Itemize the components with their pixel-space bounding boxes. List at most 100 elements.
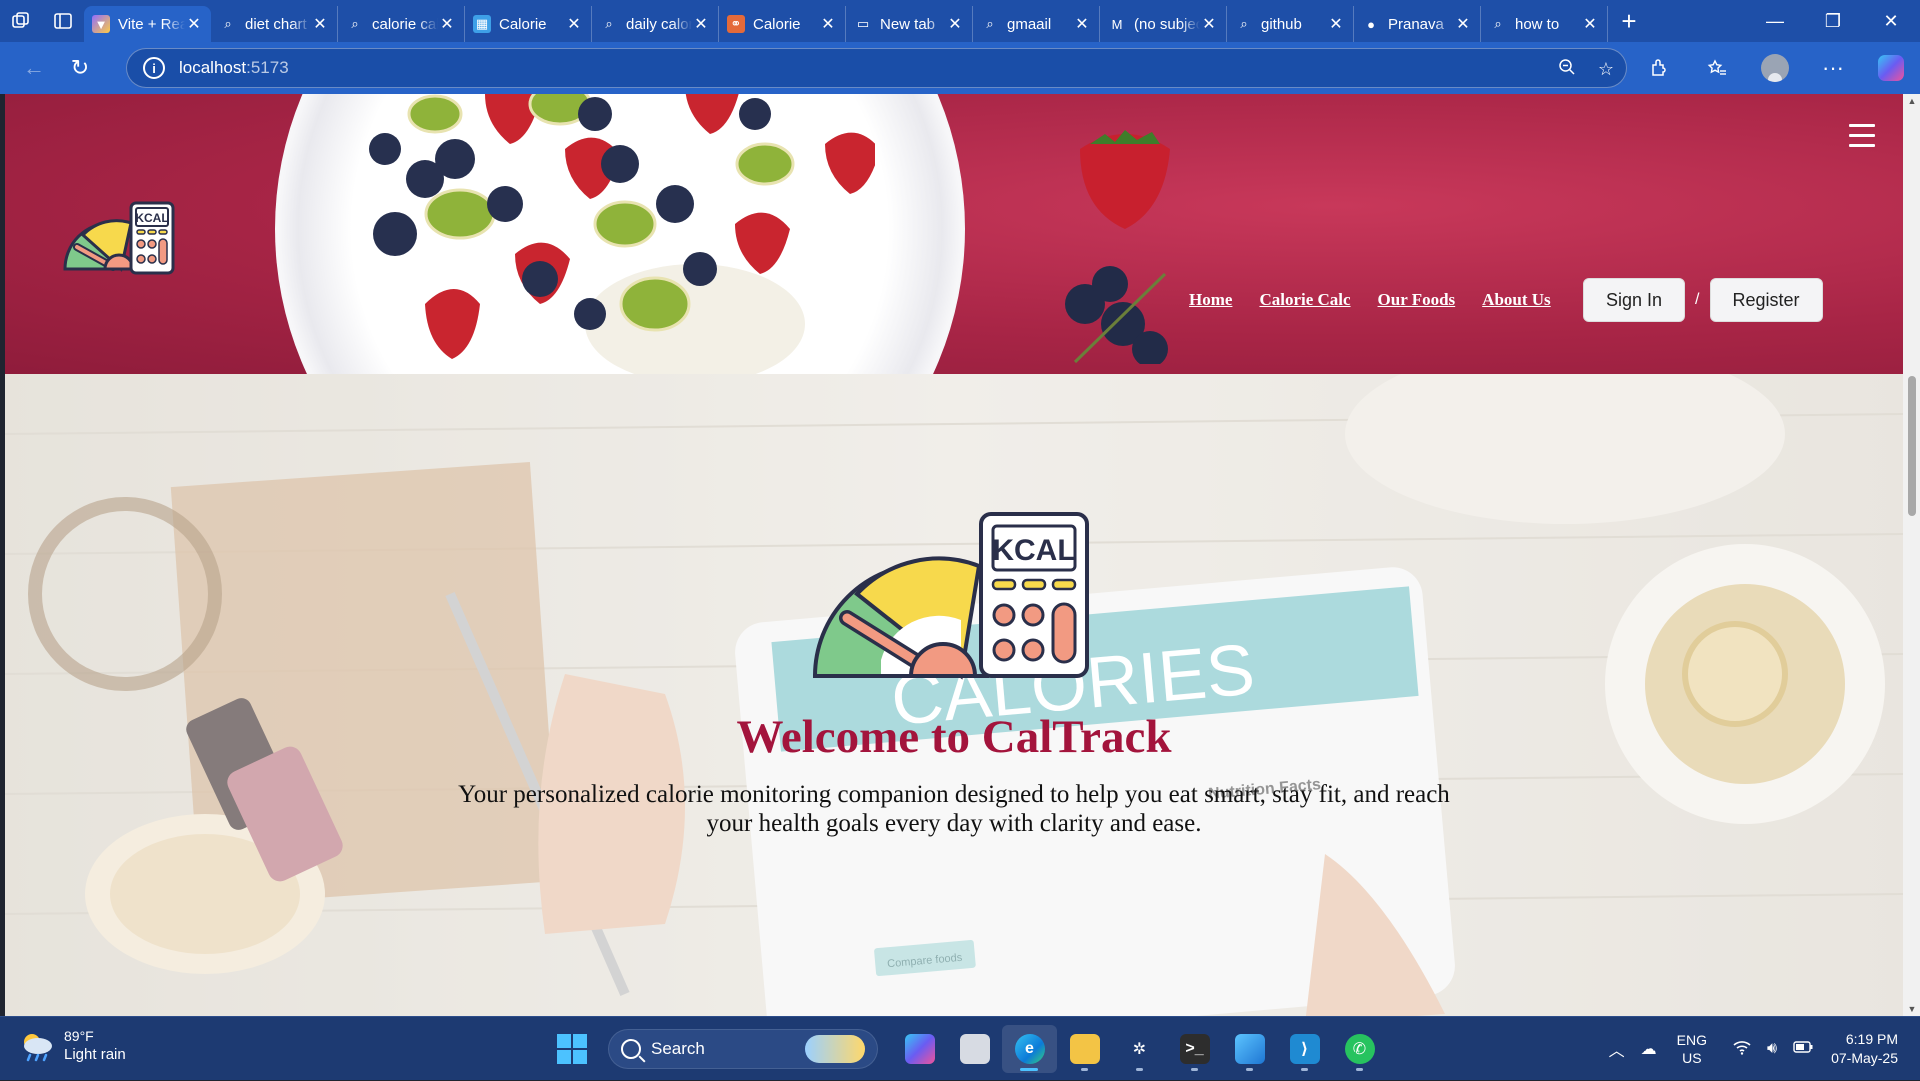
hamburger-menu-icon[interactable] (1849, 124, 1875, 148)
search-icon: ⌕ (1494, 16, 1502, 31)
browser-toolbar: ← ↻ i localhost:5173 ☆ ··· (0, 42, 1920, 94)
back-icon[interactable]: ← (12, 48, 56, 88)
tab-title: calorie calculator (372, 15, 438, 33)
weather-condition: Light rain (64, 1046, 126, 1063)
browser-tab[interactable]: ▭ New tab ✕ (846, 6, 973, 42)
close-tab-icon[interactable]: ✕ (438, 14, 456, 34)
register-button[interactable]: Register (1709, 278, 1823, 322)
nav-link-our-foods[interactable]: Our Foods (1378, 290, 1456, 310)
language-indicator[interactable]: ENG US (1677, 1031, 1707, 1067)
clock[interactable]: 6:19 PM 07-May-25 (1831, 1030, 1898, 1068)
browser-tab[interactable]: ▦ Calorie ✕ (465, 6, 592, 42)
address-bar[interactable]: i localhost:5173 ☆ (126, 48, 1627, 88)
search-icon (621, 1039, 641, 1059)
taskbar-app-terminal[interactable]: >_ (1167, 1025, 1222, 1073)
minimize-icon[interactable]: — (1746, 0, 1804, 42)
nav-link-calorie-calc[interactable]: Calorie Calc (1259, 290, 1350, 310)
svg-text:KCAL: KCAL (135, 211, 168, 225)
hero-kcal-logo: KCAL (812, 512, 1089, 680)
refresh-icon[interactable]: ↻ (58, 48, 102, 88)
browser-tab[interactable]: ▼ Vite + React✕ (84, 6, 211, 42)
scroll-down-icon[interactable]: ▼ (1907, 1004, 1917, 1014)
favorite-star-icon[interactable]: ☆ (1598, 59, 1614, 80)
nav-link-about-us[interactable]: About Us (1482, 290, 1551, 310)
svg-text:KCAL: KCAL (992, 534, 1075, 567)
extensions-icon[interactable] (1630, 48, 1688, 88)
browser-tab[interactable]: ⌕ diet chart ✕ (211, 6, 338, 42)
scroll-up-icon[interactable]: ▲ (1907, 96, 1917, 106)
link-icon: ⚭ (727, 15, 745, 33)
strawberry-garnish-image (1065, 130, 1170, 364)
chatgpt-icon: ✲ (1132, 1041, 1147, 1058)
taskbar-app-vscode[interactable]: ⟩ (1277, 1025, 1332, 1073)
browser-tab[interactable]: ⚭ Calorie ✕ (719, 6, 846, 42)
close-tab-icon[interactable]: ✕ (946, 14, 964, 34)
copilot-icon[interactable] (1862, 48, 1920, 88)
tab-title: (no subject) (1134, 15, 1200, 33)
page-scrollbar[interactable]: ▲ ▼ (1903, 94, 1920, 1016)
gmail-icon: M (1111, 16, 1123, 32)
start-button[interactable] (552, 1029, 592, 1069)
restore-icon[interactable]: ❐ (1804, 0, 1862, 42)
tab-title: diet chart (245, 15, 307, 33)
search-icon: ⌕ (351, 16, 359, 31)
nav-link-home[interactable]: Home (1189, 290, 1232, 310)
vite-icon: ▼ (92, 15, 110, 33)
close-tab-icon[interactable]: ✕ (819, 14, 837, 34)
search-icon: ⌕ (605, 16, 613, 31)
pinned-apps: e ✲ >_ ⟩ ✆ (892, 1025, 1387, 1073)
browser-tab[interactable]: ● Pranava ✕ (1354, 6, 1481, 42)
tab-title: github (1261, 15, 1302, 33)
edge-icon: e (1014, 1034, 1045, 1064)
scrollbar-thumb[interactable] (1908, 376, 1916, 516)
zoom-icon[interactable] (1558, 58, 1576, 81)
tab-title: New tab (880, 15, 936, 33)
url-text: localhost:5173 (179, 58, 289, 77)
close-window-icon[interactable]: ✕ (1862, 0, 1920, 42)
search-icon: ⌕ (1240, 16, 1248, 31)
taskbar-app-whatsapp[interactable]: ✆ (1332, 1025, 1387, 1073)
weather-widget[interactable]: 89°F Light rain (18, 1027, 126, 1065)
photos-icon (1234, 1034, 1265, 1064)
taskbar-app-copilot[interactable] (892, 1025, 947, 1073)
close-tab-icon[interactable]: ✕ (185, 14, 203, 34)
browser-tab[interactable]: ⌕ github ✕ (1227, 6, 1354, 42)
browser-tab[interactable]: ⌕ how to ✕ (1481, 6, 1608, 42)
more-options-icon[interactable]: ··· (1804, 48, 1862, 88)
chevron-up-icon[interactable]: ︿ (1609, 1037, 1625, 1061)
brand-logo[interactable]: KCAL (61, 199, 177, 279)
tab-title: Pranava (1388, 15, 1444, 33)
browser-tab[interactable]: M (no subject)✕ (1100, 6, 1227, 42)
onedrive-icon[interactable]: ☁ (1641, 1039, 1657, 1059)
taskbar-app-task-view[interactable] (947, 1025, 1002, 1073)
browser-tab[interactable]: ⌕ calorie calculator✕ (338, 6, 465, 42)
close-tab-icon[interactable]: ✕ (1327, 14, 1345, 34)
favorites-icon[interactable] (1688, 48, 1746, 88)
workspaces-icon[interactable] (0, 0, 42, 42)
profile-avatar[interactable] (1746, 48, 1804, 88)
taskbar-search[interactable]: Search (608, 1029, 878, 1069)
browser-tab[interactable]: ⌕ gmaail ✕ (973, 6, 1100, 42)
close-tab-icon[interactable]: ✕ (311, 14, 329, 34)
taskbar-app-chatgpt[interactable]: ✲ (1112, 1025, 1167, 1073)
browser-tab[interactable]: ⌕ daily calories✕ (592, 6, 719, 42)
task-view-icon (959, 1034, 990, 1064)
taskbar-app-edge[interactable]: e (1002, 1025, 1057, 1073)
calculator-icon: ▦ (473, 15, 491, 33)
wifi-icon[interactable] (1733, 1039, 1751, 1060)
close-tab-icon[interactable]: ✕ (1200, 14, 1218, 34)
close-tab-icon[interactable]: ✕ (1454, 14, 1472, 34)
search-highlight-image (805, 1035, 865, 1063)
close-tab-icon[interactable]: ✕ (1581, 14, 1599, 34)
close-tab-icon[interactable]: ✕ (565, 14, 583, 34)
new-tab-button[interactable]: + (1608, 0, 1650, 42)
close-tab-icon[interactable]: ✕ (692, 14, 710, 34)
taskbar-app-photos[interactable] (1222, 1025, 1277, 1073)
volume-icon[interactable]: 🔊︎ (1767, 1040, 1777, 1058)
close-tab-icon[interactable]: ✕ (1073, 14, 1091, 34)
site-info-icon[interactable]: i (143, 57, 165, 79)
tab-actions-icon[interactable] (42, 0, 84, 42)
taskbar-app-file-explorer[interactable] (1057, 1025, 1112, 1073)
sign-in-button[interactable]: Sign In (1583, 278, 1686, 322)
battery-icon[interactable] (1793, 1040, 1813, 1058)
